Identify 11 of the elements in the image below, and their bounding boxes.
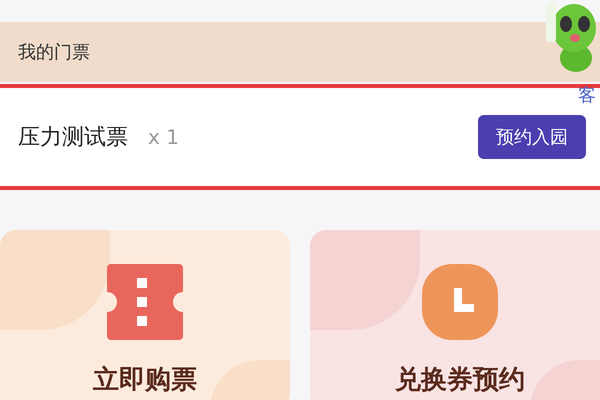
ticket-name: 压力测试票 [18, 124, 128, 152]
action-label: 立即购票 [93, 364, 197, 397]
clock-icon [422, 264, 498, 340]
page-title: 我的门票 [18, 41, 90, 64]
ticket-icon [107, 264, 183, 340]
action-card[interactable]: 立即购票 [0, 230, 290, 400]
action-label: 兑换券预约 [395, 364, 525, 397]
ticket-quantity: x 1 [148, 125, 179, 149]
action-card[interactable]: 兑换券预约 [310, 230, 600, 400]
reserve-button[interactable]: 预约入园 [478, 115, 586, 159]
customer-service-label[interactable]: 客 [578, 86, 596, 106]
